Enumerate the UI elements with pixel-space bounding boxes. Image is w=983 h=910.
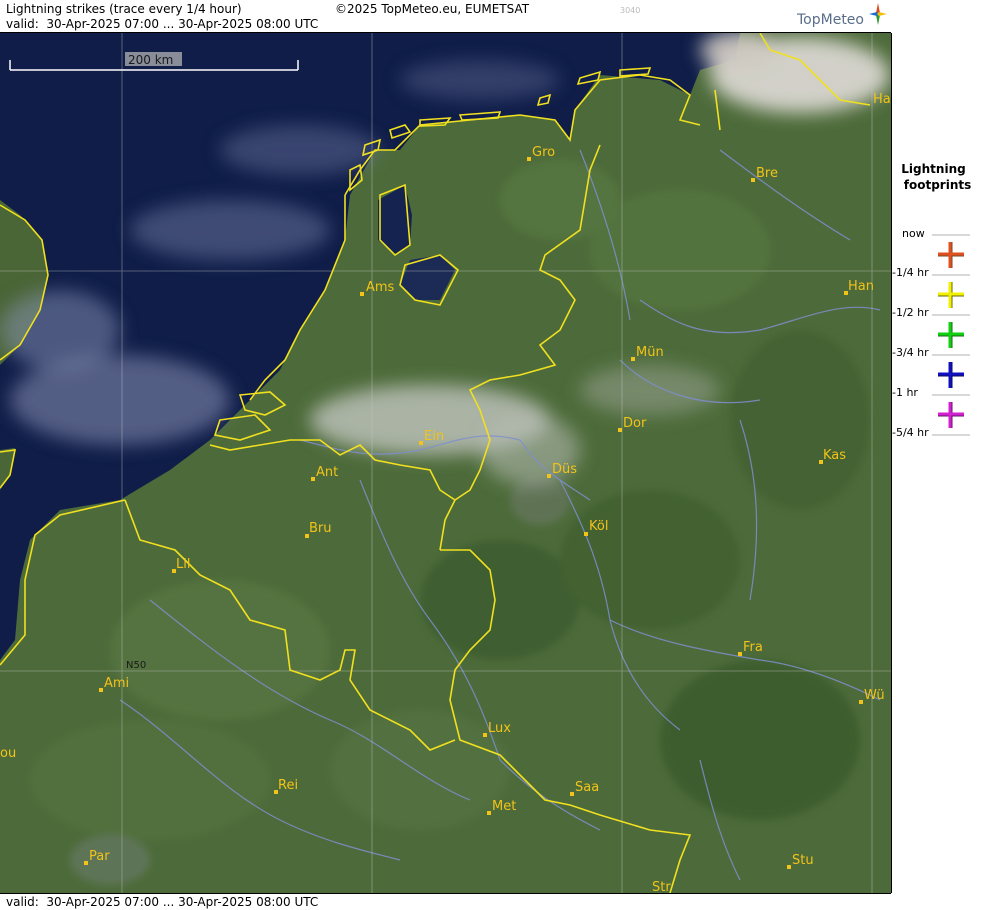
legend-symbols (932, 234, 970, 436)
cross-hour-icon (938, 402, 964, 428)
logo-text: TopMeteo (797, 12, 864, 28)
legend-title-1: Lightning (901, 162, 966, 176)
cross-half-icon (938, 322, 964, 348)
city-label[interactable]: Fra (743, 640, 763, 655)
city-label[interactable]: Gro (532, 145, 555, 160)
city-label[interactable]: Mün (636, 345, 664, 360)
city-label[interactable]: Saa (575, 780, 599, 795)
satellite-map[interactable]: 200 km N50 Gro Bre Ams Han Mün Dor Ein A… (0, 33, 892, 893)
legend-label-half: -1/2 hr (892, 306, 929, 319)
city-label[interactable]: Dor (623, 416, 647, 431)
map-title: Lightning strikes (trace every 1/4 hour) (6, 2, 242, 16)
city-label[interactable]: Ha (873, 92, 891, 107)
city-label[interactable]: Lil (176, 557, 190, 572)
cross-quarter-icon (938, 282, 964, 308)
compass-logo-icon (869, 3, 887, 25)
legend-label-quarter: -1/4 hr (892, 266, 929, 279)
lightning-legend: Lightning footprints now -1/4 hr -1/2 hr… (892, 0, 983, 909)
city-label[interactable]: Ein (424, 429, 444, 444)
city-label[interactable]: Kas (823, 448, 846, 463)
city-label[interactable]: Ams (366, 280, 395, 295)
map-canvas: 200 km N50 Gro Bre Ams Han Mün Dor Ein A… (0, 33, 891, 893)
latitude-label: N50 (126, 660, 146, 671)
city-label[interactable]: Düs (552, 462, 577, 477)
legend-label-hour: -1 hr (892, 386, 918, 399)
city-label[interactable]: Met (492, 799, 516, 814)
cross-now-icon (938, 242, 964, 268)
city-label[interactable]: Str (652, 880, 671, 893)
city-label[interactable]: Ami (104, 676, 129, 691)
city-label[interactable]: Bre (756, 166, 778, 181)
cross-three-quarter-icon (938, 362, 964, 388)
legend-label-now: now (902, 227, 925, 240)
city-label[interactable]: Wü (864, 688, 885, 703)
city-label[interactable]: Par (89, 849, 110, 864)
city-label[interactable]: Han (848, 279, 874, 294)
city-label[interactable]: Köl (589, 519, 608, 534)
city-label[interactable]: Bru (309, 521, 332, 536)
map-header: Lightning strikes (trace every 1/4 hour)… (0, 0, 891, 33)
topmeteo-logo: TopMeteo (797, 12, 864, 28)
copyright: ©2025 TopMeteo.eu, EUMETSAT (335, 2, 530, 16)
footer-valid-time: valid: 30-Apr-2025 07:00 ... 30-Apr-2025… (6, 895, 319, 909)
map-code: 3040 (620, 6, 641, 15)
legend-label-three-quarter: -3/4 hr (892, 346, 929, 359)
city-label[interactable]: Stu (792, 853, 814, 868)
legend-label-five-quarter: -5/4 hr (892, 426, 929, 439)
city-label[interactable]: Lux (488, 721, 511, 736)
map-footer: valid: 30-Apr-2025 07:00 ... 30-Apr-2025… (0, 893, 891, 910)
city-label[interactable]: ou (0, 746, 16, 761)
city-label[interactable]: Rei (278, 778, 298, 793)
valid-time: valid: 30-Apr-2025 07:00 ... 30-Apr-2025… (6, 17, 319, 31)
scale-label: 200 km (128, 53, 173, 67)
legend-title-2: footprints (903, 178, 972, 192)
city-label[interactable]: Ant (316, 465, 338, 480)
